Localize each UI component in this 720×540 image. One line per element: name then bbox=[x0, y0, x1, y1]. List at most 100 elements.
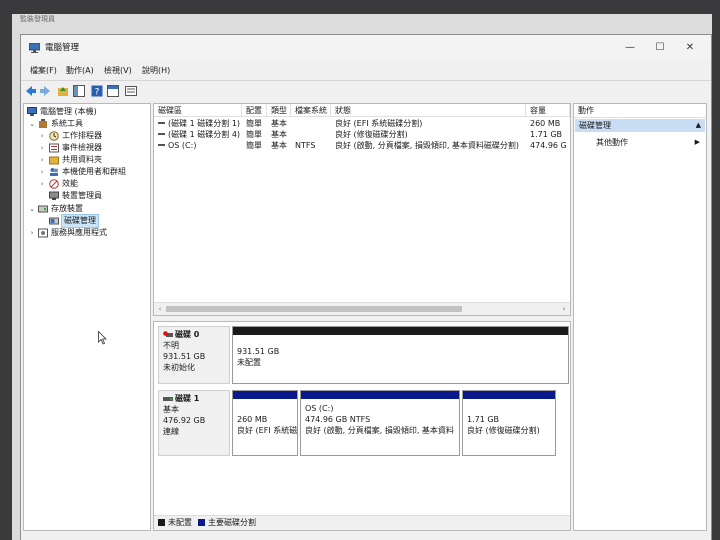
table-row[interactable]: (磁碟 1 磁碟分割 1) 簡單 基本 良好 (EFI 系統磁碟分割) 260 … bbox=[154, 118, 570, 129]
scroll-right-icon[interactable]: › bbox=[558, 303, 570, 315]
scrollbar-thumb[interactable] bbox=[166, 306, 462, 312]
horizontal-scrollbar[interactable]: ‹ › bbox=[154, 302, 570, 315]
expand-icon[interactable]: › bbox=[38, 130, 46, 142]
partition-status: 未配置 bbox=[237, 358, 261, 367]
cell-filesystem: NTFS bbox=[295, 141, 316, 150]
partition-label: OS (C:) bbox=[305, 404, 334, 413]
show-hide-console-tree-icon[interactable] bbox=[73, 84, 85, 98]
maximize-button[interactable]: ☐ bbox=[645, 38, 675, 58]
partition-size: 931.51 GB bbox=[237, 347, 280, 356]
storage-icon bbox=[38, 205, 48, 213]
computer-icon bbox=[27, 107, 37, 116]
column-header-capacity[interactable]: 容量 bbox=[526, 104, 570, 117]
actions-section-disk-management[interactable]: 磁碟管理 ▲ bbox=[575, 119, 705, 132]
collapse-icon[interactable]: ⌄ bbox=[28, 118, 36, 130]
tools-icon bbox=[39, 119, 47, 128]
disk-0-state: 未初始化 bbox=[163, 363, 195, 372]
legend-unallocated-label: 未配置 bbox=[168, 518, 192, 527]
column-header-filesystem[interactable]: 檔案系統 bbox=[291, 104, 331, 117]
column-header-status[interactable]: 狀態 bbox=[331, 104, 526, 117]
collapse-up-icon[interactable]: ▲ bbox=[696, 119, 701, 132]
expand-icon[interactable]: › bbox=[38, 178, 46, 190]
cell-filesystem bbox=[291, 118, 331, 129]
submenu-arrow-icon[interactable]: ▶ bbox=[695, 137, 700, 148]
computer-management-icon bbox=[29, 43, 40, 53]
cell-status: 良好 (啟動, 分頁檔案, 損毀傾印, 基本資料磁碟分割) bbox=[335, 141, 520, 150]
menu-help[interactable]: 說明(H) bbox=[142, 66, 170, 76]
legend-primary-label: 主要磁碟分割 bbox=[208, 518, 256, 527]
device-manager-icon bbox=[49, 191, 59, 200]
table-row[interactable]: (磁碟 1 磁碟分割 4) 簡單 基本 良好 (修復磁碟分割) 1.71 GB bbox=[154, 129, 570, 140]
actions-section-label: 磁碟管理 bbox=[579, 121, 611, 130]
cell-volume: (磁碟 1 磁碟分割 4) bbox=[168, 130, 241, 139]
back-arrow-icon[interactable] bbox=[25, 84, 37, 98]
disk-graphical-view: 磁碟 0 不明 931.51 GB 未初始化 931.51 GB 未配置 磁碟 … bbox=[153, 321, 571, 531]
cell-status: 良好 (EFI 系統磁碟分割) bbox=[335, 119, 423, 128]
table-row[interactable]: OS (C:) 簡單 基本 NTFS 良好 (啟動, 分頁檔案, 損毀傾印, 基… bbox=[154, 140, 570, 151]
cell-type: 基本 bbox=[271, 130, 287, 139]
cell-filesystem bbox=[291, 129, 331, 140]
disk-1-type: 基本 bbox=[163, 405, 179, 414]
menu-file[interactable]: 檔案(F) bbox=[30, 66, 57, 76]
expand-icon[interactable]: › bbox=[38, 166, 46, 178]
tree-label: 電腦管理 (本機) bbox=[40, 107, 97, 116]
title-bar[interactable]: 電腦管理 — ☐ ✕ bbox=[21, 35, 711, 61]
forward-arrow-icon[interactable] bbox=[39, 84, 51, 98]
menu-action[interactable]: 動作(A) bbox=[66, 66, 94, 76]
primary-partition-bar bbox=[233, 391, 297, 399]
column-header-layout[interactable]: 配置 bbox=[242, 104, 267, 117]
partition-efi[interactable]: 260 MB 良好 (EFI 系統磁 bbox=[232, 390, 298, 456]
cell-type: 基本 bbox=[271, 141, 287, 150]
performance-icon bbox=[49, 179, 59, 189]
cell-capacity: 474.96 G bbox=[530, 141, 567, 150]
disk-1-size: 476.92 GB bbox=[163, 416, 206, 425]
partition-size: 474.96 GB NTFS bbox=[305, 415, 371, 424]
view-icon[interactable] bbox=[125, 84, 137, 98]
more-actions-link[interactable]: 其他動作 bbox=[596, 137, 628, 148]
tree-label: 裝置管理員 bbox=[62, 191, 102, 200]
partition-recovery[interactable]: 1.71 GB 良好 (修復磁碟分割) bbox=[462, 390, 556, 456]
close-button[interactable]: ✕ bbox=[675, 38, 705, 58]
expand-icon[interactable]: › bbox=[38, 154, 46, 166]
column-header-type[interactable]: 類型 bbox=[267, 104, 291, 117]
services-icon bbox=[38, 228, 48, 238]
disk-0-name: 磁碟 0 bbox=[175, 330, 200, 339]
cell-capacity: 260 MB bbox=[530, 119, 561, 128]
tree-label: 共用資料夾 bbox=[62, 155, 102, 164]
scroll-left-icon[interactable]: ‹ bbox=[154, 303, 166, 315]
properties-icon[interactable] bbox=[107, 84, 119, 98]
volume-list: 磁碟區 配置 類型 檔案系統 狀態 容量 (磁碟 1 磁碟分割 1) 簡單 基本… bbox=[153, 103, 571, 316]
partition-status: 良好 (EFI 系統磁 bbox=[237, 426, 297, 435]
tree-label: 服務與應用程式 bbox=[51, 228, 107, 237]
disk-0-type: 不明 bbox=[163, 341, 179, 350]
actions-pane: 動作 磁碟管理 ▲ 其他動作 ▶ bbox=[573, 103, 707, 531]
disk-0-info[interactable]: 磁碟 0 不明 931.51 GB 未初始化 bbox=[158, 326, 230, 384]
partition-status: 良好 (啟動, 分頁檔案, 損毀傾印, 基本資料 bbox=[305, 426, 454, 435]
mouse-cursor-icon bbox=[98, 331, 107, 345]
minimize-button[interactable]: — bbox=[615, 38, 645, 58]
disk-management-icon bbox=[49, 217, 59, 225]
collapse-icon[interactable]: ⌄ bbox=[28, 203, 36, 215]
column-header-volume[interactable]: 磁碟區 bbox=[154, 104, 242, 117]
shared-folder-icon bbox=[49, 156, 59, 165]
primary-partition-bar bbox=[463, 391, 555, 399]
tree-label: 本機使用者和群組 bbox=[62, 167, 126, 176]
up-folder-icon[interactable] bbox=[57, 84, 69, 98]
tree-label: 系統工具 bbox=[51, 119, 83, 128]
cell-type: 基本 bbox=[271, 119, 287, 128]
toolbar: ? bbox=[21, 80, 711, 101]
cell-layout: 簡單 bbox=[246, 130, 262, 139]
partition-size: 1.71 GB bbox=[467, 415, 500, 424]
svg-text:?: ? bbox=[95, 88, 100, 98]
console-tree: 電腦管理 (本機) ⌄ 系統工具 › 工作排程器 › 事件檢視器 › 共用資料夾 bbox=[23, 103, 151, 531]
partition-unallocated[interactable]: 931.51 GB 未配置 bbox=[232, 326, 569, 384]
clock-icon bbox=[49, 131, 59, 141]
disk-1-state: 連線 bbox=[163, 427, 179, 436]
expand-icon[interactable]: › bbox=[28, 227, 36, 239]
partition-os-c[interactable]: OS (C:) 474.96 GB NTFS 良好 (啟動, 分頁檔案, 損毀傾… bbox=[300, 390, 460, 456]
disk-1-info[interactable]: 磁碟 1 基本 476.92 GB 連線 bbox=[158, 390, 230, 456]
help-icon[interactable]: ? bbox=[91, 84, 103, 98]
menu-view[interactable]: 檢視(V) bbox=[104, 66, 132, 76]
tree-label: 磁碟管理 bbox=[61, 214, 99, 228]
expand-icon[interactable]: › bbox=[38, 142, 46, 154]
